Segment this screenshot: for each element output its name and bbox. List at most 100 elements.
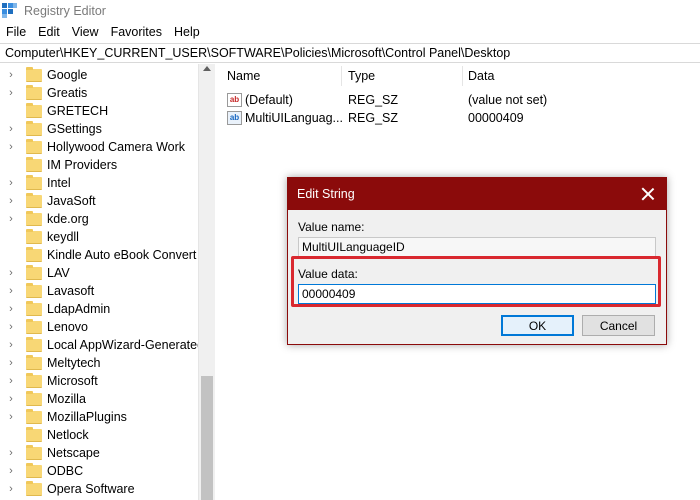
folder-icon (26, 300, 42, 316)
tree-item-label: IM Providers (47, 158, 118, 172)
tree-item[interactable]: Kindle Auto eBook Convert (0, 246, 196, 264)
scroll-thumb[interactable] (201, 376, 213, 500)
value-row[interactable]: ab MultiUILanguag... REG_SZ 00000409 (221, 109, 700, 127)
menu-view[interactable]: View (66, 25, 105, 39)
folder-icon (26, 408, 42, 424)
title-bar: Registry Editor (0, 0, 700, 22)
folder-icon (26, 120, 42, 136)
tree-item[interactable]: › LAV (0, 264, 70, 282)
tree-item[interactable]: › Opera Software (0, 480, 135, 498)
tree-item[interactable]: › Microsoft (0, 372, 98, 390)
value-row[interactable]: ab (Default) REG_SZ (value not set) (221, 91, 700, 109)
tree-item[interactable]: › Greatis (0, 84, 87, 102)
close-icon[interactable] (640, 186, 656, 202)
tree-item-label: keydll (47, 230, 79, 244)
string-value-icon: ab (227, 111, 242, 125)
folder-icon (26, 264, 42, 280)
folder-icon (26, 390, 42, 406)
chevron-right-icon[interactable]: › (0, 447, 22, 459)
column-name[interactable]: Name (221, 64, 341, 88)
chevron-right-icon[interactable]: › (0, 213, 22, 225)
value-name-label: Value name: (298, 220, 365, 234)
chevron-right-icon[interactable]: › (0, 357, 22, 369)
chevron-right-icon[interactable]: › (0, 339, 22, 351)
chevron-right-icon[interactable]: › (0, 465, 22, 477)
dialog-title-bar[interactable]: Edit String (288, 178, 666, 210)
tree-item[interactable]: › Google (0, 66, 87, 84)
folder-icon (26, 84, 42, 100)
string-value-icon: ab (227, 93, 242, 107)
tree-item-label: Opera Software (47, 482, 135, 496)
tree-item[interactable]: › kde.org (0, 210, 89, 228)
folder-icon (26, 66, 42, 82)
tree-item-label: Lenovo (47, 320, 89, 334)
chevron-right-icon[interactable]: › (0, 195, 22, 207)
folder-icon (26, 138, 42, 154)
chevron-right-icon[interactable]: › (0, 177, 22, 189)
tree-item[interactable]: › Mozilla (0, 390, 86, 408)
tree-item[interactable]: › GSettings (0, 120, 102, 138)
chevron-right-icon[interactable]: › (0, 483, 22, 495)
tree-item[interactable]: › Lenovo (0, 318, 88, 336)
folder-icon (26, 192, 42, 208)
chevron-right-icon[interactable]: › (0, 267, 22, 279)
chevron-right-icon[interactable]: › (0, 375, 22, 387)
tree-item-label: JavaSoft (47, 194, 96, 208)
tree-item[interactable]: Netlock (0, 426, 89, 444)
key-tree: › Google › Greatis GRETECH › GSettings › Hollywo… (0, 64, 215, 500)
edit-string-dialog: Edit String Value name: MultiUILanguageI… (287, 177, 667, 345)
folder-icon (26, 354, 42, 370)
tree-item-label: Meltytech (47, 356, 101, 370)
folder-icon (26, 336, 42, 352)
tree-item-label: Hollywood Camera Work (47, 140, 186, 154)
tree-item[interactable]: › Meltytech (0, 354, 101, 372)
value-data: 00000409 (468, 111, 524, 125)
chevron-right-icon[interactable]: › (0, 303, 22, 315)
tree-item-label: LdapAdmin (47, 302, 111, 316)
menu-favorites[interactable]: Favorites (105, 25, 168, 39)
tree-item-label: Mozilla (47, 392, 86, 406)
chevron-right-icon[interactable]: › (0, 123, 22, 135)
chevron-right-icon[interactable]: › (0, 393, 22, 405)
tree-item[interactable]: › Hollywood Camera Work (0, 138, 185, 156)
scroll-up-arrow-icon[interactable] (203, 66, 211, 71)
menu-help[interactable]: Help (168, 25, 206, 39)
tree-item[interactable]: › JavaSoft (0, 192, 96, 210)
tree-item[interactable]: › LdapAdmin (0, 300, 110, 318)
folder-icon (26, 228, 42, 244)
menu-edit[interactable]: Edit (32, 25, 66, 39)
tree-item-label: kde.org (47, 212, 89, 226)
chevron-right-icon[interactable]: › (0, 87, 22, 99)
folder-icon (26, 444, 42, 460)
chevron-right-icon[interactable]: › (0, 69, 22, 81)
tree-item[interactable]: › Intel (0, 174, 71, 192)
tree-item[interactable]: › ODBC (0, 462, 83, 480)
folder-icon (26, 426, 42, 442)
tree-item[interactable]: IM Providers (0, 156, 117, 174)
tree-item[interactable]: › MozillaPlugins (0, 408, 127, 426)
value-type: REG_SZ (348, 93, 399, 107)
chevron-right-icon[interactable]: › (0, 321, 22, 333)
tree-item[interactable]: keydll (0, 228, 79, 246)
tree-item[interactable]: GRETECH (0, 102, 108, 120)
value-data-input[interactable] (298, 284, 656, 304)
tree-item[interactable]: › Local AppWizard-Generated (0, 336, 204, 354)
dialog-title: Edit String (297, 187, 355, 201)
cancel-button[interactable]: Cancel (582, 315, 655, 336)
ok-button[interactable]: OK (501, 315, 574, 336)
tree-item-label: MozillaPlugins (47, 410, 127, 424)
value-type: REG_SZ (348, 111, 399, 125)
menu-file[interactable]: File (0, 25, 32, 39)
chevron-right-icon[interactable]: › (0, 411, 22, 423)
menu-bar: File Edit View Favorites Help (0, 22, 700, 42)
column-data[interactable]: Data (462, 64, 700, 88)
folder-icon (26, 372, 42, 388)
tree-item[interactable]: › Netscape (0, 444, 100, 462)
address-bar[interactable]: Computer\HKEY_CURRENT_USER\SOFTWARE\Poli… (0, 43, 700, 63)
tree-scrollbar[interactable] (198, 64, 215, 500)
tree-item-label: Local AppWizard-Generated (47, 338, 205, 352)
tree-item[interactable]: › Lavasoft (0, 282, 94, 300)
column-type[interactable]: Type (342, 64, 462, 88)
chevron-right-icon[interactable]: › (0, 141, 22, 153)
chevron-right-icon[interactable]: › (0, 285, 22, 297)
